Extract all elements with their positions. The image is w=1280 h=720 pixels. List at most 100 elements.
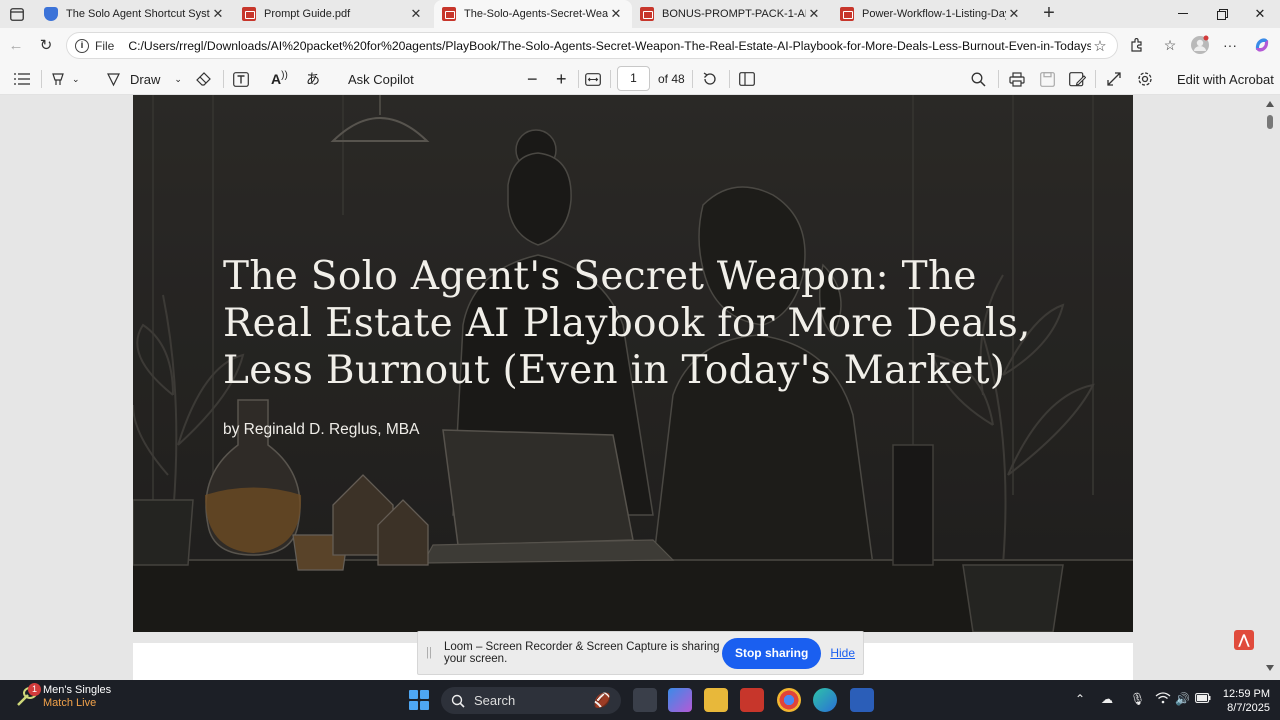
tab-bonus-prompt-pack[interactable]: BONUS-PROMPT-PACK-1-AI-Listi ✕ <box>632 0 830 28</box>
fullscreen-icon[interactable] <box>1107 68 1121 90</box>
toolbar-divider <box>1095 70 1096 88</box>
news-title: Men's Singles <box>43 684 112 696</box>
drag-handle-icon[interactable]: || <box>426 647 434 659</box>
settings-gear-icon[interactable] <box>1137 68 1153 90</box>
word-icon[interactable] <box>850 688 874 712</box>
new-tab-button[interactable]: + <box>1038 2 1060 24</box>
chrome-icon[interactable] <box>777 688 801 712</box>
info-icon[interactable]: i <box>75 38 89 53</box>
address-url[interactable]: C:/Users/rregl/Downloads/AI%20packet%20f… <box>128 39 1091 53</box>
file-explorer-icon[interactable] <box>704 688 728 712</box>
toolbar-divider <box>998 70 999 88</box>
minimize-button[interactable] <box>1163 0 1203 28</box>
close-icon[interactable]: ✕ <box>1006 6 1022 22</box>
close-icon[interactable]: ✕ <box>210 6 226 22</box>
search-icon[interactable] <box>971 68 986 90</box>
tab-prompt-guide[interactable]: Prompt Guide.pdf ✕ <box>234 0 432 28</box>
windows-start-icon[interactable] <box>409 690 429 710</box>
ask-copilot-label: Ask Copilot <box>348 71 414 87</box>
document-author: by Reginald D. Reglus, MBA <box>223 421 420 438</box>
translate-icon[interactable]: あ <box>306 68 320 90</box>
toolbar-divider <box>692 70 693 88</box>
pdf-toolbar: ⌄ Draw ⌄ A)) あ Ask Copilot − + 1 of 48 E… <box>0 62 1280 95</box>
extensions-icon[interactable] <box>1125 35 1147 55</box>
draw-tool-button[interactable]: Draw ⌄ <box>106 68 182 90</box>
pdf-icon <box>640 7 654 21</box>
stop-sharing-button[interactable]: Stop sharing <box>721 637 822 669</box>
zoom-out-button[interactable]: − <box>527 68 538 90</box>
favorite-star-icon[interactable]: ☆ <box>1091 37 1109 55</box>
page-number-input[interactable]: 1 <box>617 66 650 91</box>
save-as-icon[interactable] <box>1069 68 1086 90</box>
page-view-icon[interactable] <box>739 68 755 90</box>
chevron-down-icon[interactable]: ⌄ <box>174 74 182 85</box>
save-icon[interactable] <box>1040 68 1055 90</box>
zoom-in-button[interactable]: + <box>556 68 567 90</box>
volume-icon[interactable]: 🔊 <box>1175 692 1190 706</box>
tab-title: BONUS-PROMPT-PACK-1-AI-Listi <box>662 8 806 20</box>
toolbar-divider <box>41 70 42 88</box>
contents-list-icon[interactable] <box>14 68 30 90</box>
page-total-label: of 48 <box>658 68 685 90</box>
battery-icon[interactable] <box>1195 692 1211 706</box>
address-bar[interactable]: i File C:/Users/rregl/Downloads/AI%20pac… <box>66 32 1118 59</box>
highlight-tool-button[interactable]: ⌄ <box>50 68 80 90</box>
scrollbar-thumb[interactable] <box>1267 115 1273 129</box>
tab-title: Prompt Guide.pdf <box>264 8 351 20</box>
mcafee-icon[interactable] <box>740 688 764 712</box>
wifi-icon[interactable] <box>1155 692 1171 707</box>
clock-date: 8/7/2025 <box>1227 702 1270 714</box>
profile-avatar[interactable] <box>1189 35 1211 55</box>
microphone-icon[interactable]: 🎙 <box>1130 692 1145 706</box>
pdf-icon <box>840 7 854 21</box>
loom-sharing-banner: || Loom – Screen Recorder & Screen Captu… <box>417 631 864 675</box>
more-options-icon[interactable]: ··· <box>1219 35 1241 55</box>
pdf-viewport[interactable]: The Solo Agent's Secret Weapon: The Real… <box>0 95 1280 680</box>
close-window-button[interactable]: ✕ <box>1240 0 1280 28</box>
tab-power-workflow[interactable]: Power-Workflow-1-Listing-Day-S ✕ <box>832 0 1030 28</box>
favorites-icon[interactable]: ☆ <box>1159 35 1181 55</box>
scroll-down-arrow-icon[interactable] <box>1266 665 1274 671</box>
edge-icon[interactable] <box>813 688 837 712</box>
eraser-icon[interactable] <box>196 68 212 90</box>
restore-button[interactable] <box>1202 0 1242 28</box>
add-text-icon[interactable] <box>233 68 249 90</box>
shield-icon <box>44 7 58 21</box>
print-icon[interactable] <box>1009 68 1025 90</box>
close-icon[interactable]: ✕ <box>408 6 424 22</box>
chevron-down-icon[interactable]: ⌄ <box>72 74 80 85</box>
scroll-up-arrow-icon[interactable] <box>1266 101 1274 107</box>
refresh-icon[interactable]: ↻ <box>34 34 58 56</box>
ask-copilot-button[interactable]: Ask Copilot <box>348 68 414 90</box>
taskbar-search[interactable]: Search 🏈 <box>441 687 621 714</box>
search-icon <box>451 694 465 708</box>
close-icon[interactable]: ✕ <box>806 6 822 22</box>
edit-with-acrobat-button[interactable]: Edit with Acrobat <box>1177 68 1274 90</box>
back-icon[interactable]: ← <box>4 34 28 56</box>
loom-message: Loom – Screen Recorder & Screen Capture … <box>444 641 720 665</box>
fit-to-width-icon[interactable] <box>585 68 601 90</box>
toolbar-divider <box>610 70 611 88</box>
acrobat-icon[interactable]: ⋀ <box>1234 630 1254 650</box>
rotate-icon[interactable] <box>702 68 718 90</box>
copilot-icon[interactable] <box>1251 35 1273 55</box>
tab-actions-icon[interactable] <box>6 4 28 24</box>
page-total: of 48 <box>658 72 685 86</box>
toolbar-divider <box>223 70 224 88</box>
search-label: Search <box>474 693 516 708</box>
news-widget[interactable]: 1 Men's Singles Match Live <box>14 683 112 710</box>
system-clock[interactable]: 12:59 PM 8/7/2025 <box>1216 687 1270 715</box>
read-aloud-icon[interactable]: A)) <box>271 68 288 90</box>
tab-title: The Solo Agent Shortcut System <box>66 8 210 20</box>
news-subtitle: Match Live <box>43 697 97 709</box>
task-view-icon[interactable] <box>633 688 657 712</box>
vertical-scrollbar[interactable] <box>1263 95 1277 680</box>
tab-secret-weapon[interactable]: The-Solo-Agents-Secret-Weapon ✕ <box>434 0 632 28</box>
hide-banner-link[interactable]: Hide <box>830 646 855 660</box>
tab-solo-agent-shortcut[interactable]: The Solo Agent Shortcut System ✕ <box>36 0 234 28</box>
clock-time: 12:59 PM <box>1222 688 1270 700</box>
close-icon[interactable]: ✕ <box>608 6 624 22</box>
copilot-app-icon[interactable] <box>668 688 692 712</box>
onedrive-icon[interactable]: ☁ <box>1101 692 1113 706</box>
show-hidden-icons-chevron-icon[interactable]: ⌃ <box>1075 692 1085 706</box>
